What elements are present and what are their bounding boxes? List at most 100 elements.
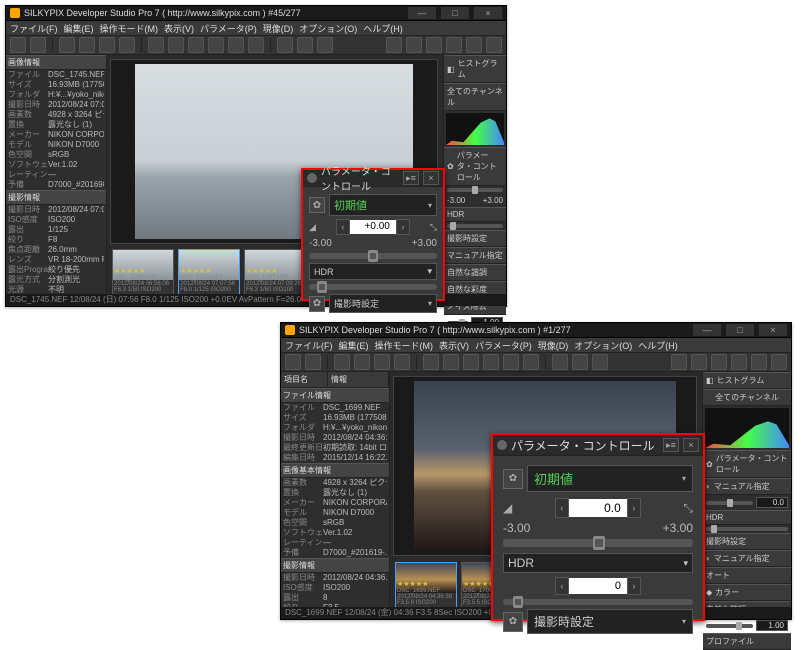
shot-dropdown[interactable]: 撮影時設定▾ xyxy=(329,294,437,313)
close-button[interactable]: × xyxy=(759,324,787,336)
tool-button[interactable] xyxy=(317,37,333,53)
hdr-slider[interactable] xyxy=(309,284,437,290)
reset-icon[interactable]: ⤡ xyxy=(683,501,693,516)
tool-button[interactable] xyxy=(386,37,402,53)
label[interactable]: マニュアル指定 xyxy=(447,250,503,261)
minimize-button[interactable]: ― xyxy=(408,7,436,19)
tool-button[interactable] xyxy=(463,354,479,370)
tool-button[interactable] xyxy=(731,354,747,370)
exposure-slider[interactable] xyxy=(309,253,437,259)
maximize-button[interactable]: □ xyxy=(726,324,754,336)
settings-icon[interactable]: ✿ xyxy=(503,469,523,489)
menu-param[interactable]: パラメータ(P) xyxy=(200,22,257,35)
menu-view[interactable]: 表示(V) xyxy=(164,22,194,35)
menu-mode[interactable]: 操作モード(M) xyxy=(375,339,434,352)
label[interactable]: 撮影時設定 xyxy=(447,233,487,244)
increment-button[interactable]: › xyxy=(627,577,641,595)
tool-button[interactable] xyxy=(10,37,26,53)
hdr-spinner[interactable]: ‹ 0 › xyxy=(555,577,641,595)
increment-button[interactable]: › xyxy=(396,219,410,235)
thumbnail[interactable]: ★★★★★DSC_1745.NEF2012/08/24 07:07:56F8.0… xyxy=(178,249,240,295)
label[interactable]: マニュアル指定 xyxy=(714,553,770,564)
tool-button[interactable] xyxy=(79,37,95,53)
tool-button[interactable] xyxy=(394,354,410,370)
settings-icon[interactable]: ✿ xyxy=(309,296,325,312)
menu-param[interactable]: パラメータ(P) xyxy=(475,339,532,352)
tool-button[interactable] xyxy=(168,37,184,53)
menu-mode[interactable]: 操作モード(M) xyxy=(100,22,159,35)
close-icon[interactable]: × xyxy=(683,438,699,452)
tool-button[interactable] xyxy=(354,354,370,370)
tool-button[interactable] xyxy=(305,354,321,370)
tool-button[interactable] xyxy=(523,354,539,370)
tool-button[interactable] xyxy=(277,37,293,53)
tool-button[interactable] xyxy=(443,354,459,370)
menu-develop[interactable]: 現像(D) xyxy=(538,339,569,352)
tool-button[interactable] xyxy=(228,37,244,53)
tool-button[interactable] xyxy=(334,354,350,370)
increment-button[interactable]: › xyxy=(627,498,641,518)
tool-button[interactable] xyxy=(99,37,115,53)
menu-file[interactable]: ファイル(F) xyxy=(10,22,58,35)
decrement-button[interactable]: ‹ xyxy=(555,577,569,595)
menu-option[interactable]: オプション(O) xyxy=(574,339,632,352)
hdr-dropdown[interactable]: HDR▾ xyxy=(309,263,437,280)
tool-button[interactable] xyxy=(423,354,439,370)
tool-button[interactable] xyxy=(208,37,224,53)
tool-button[interactable] xyxy=(691,354,707,370)
tool-button[interactable] xyxy=(466,37,482,53)
menu-help[interactable]: ヘルプ(H) xyxy=(363,22,403,35)
menu-view[interactable]: 表示(V) xyxy=(439,339,469,352)
thumbnail[interactable]: ★★★★★DSC_1747.NEF2012/08/24 07:09:26F6.3… xyxy=(244,249,306,295)
hdr-dropdown[interactable]: HDR▾ xyxy=(503,553,693,573)
tool-button[interactable] xyxy=(751,354,767,370)
tool-button[interactable] xyxy=(572,354,588,370)
hdr-slider[interactable] xyxy=(503,599,693,605)
value[interactable]: 0.0 xyxy=(756,497,788,508)
preset-dropdown[interactable]: 初期値▾ xyxy=(527,465,693,492)
decrement-button[interactable]: ‹ xyxy=(336,219,350,235)
tool-button[interactable] xyxy=(426,37,442,53)
tool-button[interactable] xyxy=(711,354,727,370)
tool-button[interactable] xyxy=(248,37,264,53)
settings-icon[interactable]: ✿ xyxy=(309,197,325,213)
menu-edit[interactable]: 編集(E) xyxy=(339,339,369,352)
tool-button[interactable] xyxy=(486,37,502,53)
tool-button[interactable] xyxy=(188,37,204,53)
tool-button[interactable] xyxy=(119,37,135,53)
tool-button[interactable] xyxy=(771,354,787,370)
thumbnail[interactable]: ★★★★★DSC_1743.NEF2012/08/24 06:56:06F6.3… xyxy=(112,249,174,295)
label[interactable]: 自然な諧調 xyxy=(447,267,487,278)
minimize-button[interactable]: ― xyxy=(693,324,721,336)
tool-button[interactable] xyxy=(374,354,390,370)
channel-label[interactable]: 全てのチャンネル xyxy=(715,392,779,403)
tool-button[interactable] xyxy=(592,354,608,370)
hdr-slider[interactable] xyxy=(447,224,503,228)
tool-button[interactable] xyxy=(446,37,462,53)
label[interactable]: カラー xyxy=(715,587,739,598)
hdr-slider[interactable] xyxy=(706,527,788,531)
menu-edit[interactable]: 編集(E) xyxy=(64,22,94,35)
tool-button[interactable] xyxy=(297,37,313,53)
tool-button[interactable] xyxy=(148,37,164,53)
close-icon[interactable]: × xyxy=(423,171,439,185)
menu-option[interactable]: オプション(O) xyxy=(299,22,357,35)
reset-icon[interactable]: ⤡ xyxy=(430,222,437,233)
exposure-slider[interactable] xyxy=(447,188,503,192)
close-button[interactable]: × xyxy=(474,7,502,19)
menu-help[interactable]: ヘルプ(H) xyxy=(638,339,678,352)
menu-file[interactable]: ファイル(F) xyxy=(285,339,333,352)
color-slider[interactable] xyxy=(706,624,753,628)
expand-icon[interactable]: ▸≡ xyxy=(403,171,419,185)
exposure-value[interactable]: 0.0 xyxy=(569,499,627,517)
channel-label[interactable]: 全てのチャンネル xyxy=(447,86,503,108)
exposure-spinner[interactable]: ‹ 0.0 › xyxy=(555,498,641,518)
label[interactable]: プロファイル xyxy=(706,636,754,647)
label[interactable]: マニュアル指定 xyxy=(714,481,770,492)
tool-button[interactable] xyxy=(671,354,687,370)
slider[interactable] xyxy=(706,501,753,505)
label[interactable]: オート xyxy=(706,570,730,581)
expand-icon[interactable]: ▸≡ xyxy=(663,438,679,452)
tool-button[interactable] xyxy=(30,37,46,53)
label[interactable]: 撮影時設定 xyxy=(706,536,746,547)
